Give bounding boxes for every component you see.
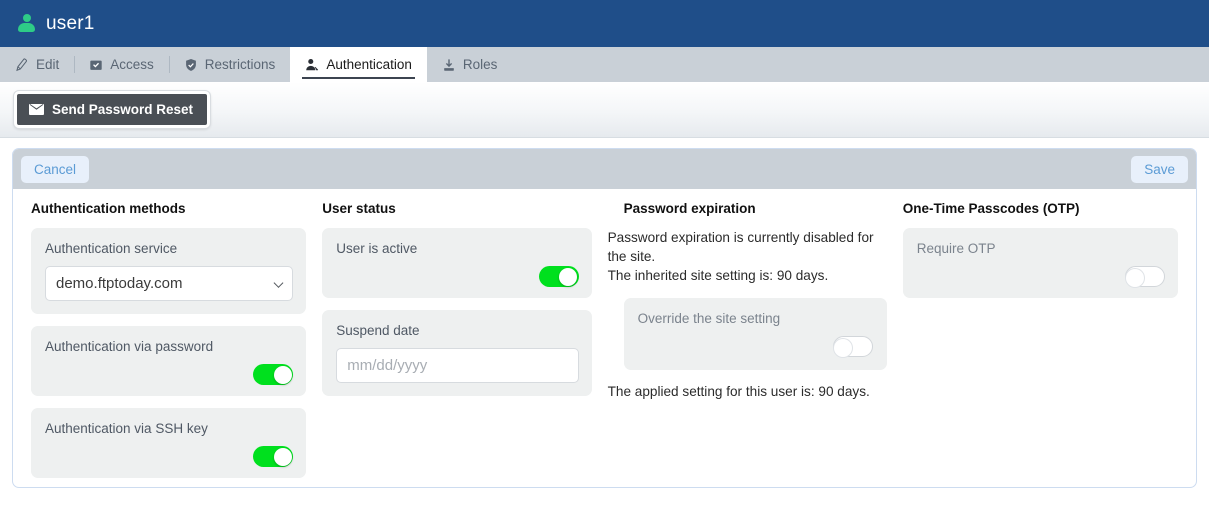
auth-methods-heading: Authentication methods <box>31 201 186 216</box>
cancel-button[interactable]: Cancel <box>21 155 90 183</box>
user-authentication-page: user1 Edit Access Restrictions Authentic… <box>0 0 1209 506</box>
shield-icon <box>185 58 196 71</box>
folder-icon <box>90 60 102 70</box>
user-is-active-label: User is active <box>336 241 418 256</box>
settings-columns: Authentication methods Authentication se… <box>13 189 1196 487</box>
password-expiration-line1: Password expiration is currently disable… <box>607 230 874 264</box>
require-otp-toggle[interactable] <box>1124 266 1165 287</box>
require-otp-field: Require OTP <box>902 228 1178 298</box>
user-is-active-toggle[interactable] <box>538 266 579 287</box>
suspend-date-label: Suspend date <box>336 323 420 338</box>
authentication-service-label: Authentication service <box>45 241 178 256</box>
override-site-setting-label: Override the site setting <box>637 311 781 326</box>
title-bar: user1 <box>0 0 1209 47</box>
auth-via-password-toggle[interactable] <box>253 364 294 385</box>
save-button[interactable]: Save <box>1131 155 1188 183</box>
tab-authentication-label: Authentication <box>326 57 412 72</box>
auth-via-password-label: Authentication via password <box>45 339 214 354</box>
otp-heading: One-Time Passcodes (OTP) <box>902 201 1080 216</box>
send-password-reset-button[interactable]: Send Password Reset <box>14 91 211 128</box>
tab-access-label: Access <box>110 57 154 72</box>
suspend-date-field: Suspend date <box>322 310 592 396</box>
page-title: user1 <box>46 12 95 34</box>
auth-via-ssh-key-toggle[interactable] <box>253 446 294 467</box>
password-expiration-applied: The applied setting for this user is: 90… <box>607 384 870 399</box>
panel-toolbar: Cancel Save <box>13 149 1196 189</box>
envelope-icon <box>29 104 44 115</box>
tab-authentication[interactable]: Authentication <box>290 47 427 82</box>
send-password-reset-label: Send Password Reset <box>52 102 194 117</box>
user-icon <box>18 14 35 33</box>
override-site-setting-toggle[interactable] <box>832 336 873 357</box>
require-otp-label: Require OTP <box>916 241 996 256</box>
auth-via-ssh-key-label: Authentication via SSH key <box>45 421 208 436</box>
suspend-date-input[interactable] <box>336 348 579 383</box>
auth-via-password-field: Authentication via password <box>31 326 307 396</box>
user-is-active-field: User is active <box>322 228 592 298</box>
user-key-icon <box>306 58 319 70</box>
roles-icon <box>444 58 454 71</box>
pencil-icon <box>16 57 28 71</box>
main-content: Cancel Save Authentication methods Authe… <box>0 138 1209 506</box>
password-expiration-line2: The inherited site setting is: 90 days. <box>607 268 829 283</box>
column-password-expiration: Password expiration Password expiration … <box>600 201 895 487</box>
tab-edit-label: Edit <box>36 57 60 72</box>
auth-via-ssh-key-field: Authentication via SSH key <box>31 408 307 478</box>
override-site-setting-field: Override the site setting <box>623 298 887 370</box>
tab-roles-label: Roles <box>462 57 498 72</box>
authentication-service-select[interactable]: demo.ftptoday.com <box>45 266 294 301</box>
authentication-service-field: Authentication service demo.ftptoday.com <box>31 228 307 314</box>
authentication-panel: Cancel Save Authentication methods Authe… <box>12 148 1197 488</box>
tab-access[interactable]: Access <box>74 47 169 82</box>
tab-edit[interactable]: Edit <box>0 47 74 82</box>
column-user-status: User status User is active Suspend date <box>314 201 599 487</box>
user-status-heading: User status <box>322 201 396 216</box>
tab-restrictions[interactable]: Restrictions <box>168 47 291 82</box>
column-authentication-methods: Authentication methods Authentication se… <box>23 201 314 487</box>
tab-roles[interactable]: Roles <box>427 47 513 82</box>
password-expiration-heading: Password expiration <box>623 201 756 216</box>
action-bar: Send Password Reset <box>0 82 1209 138</box>
tab-restrictions-label: Restrictions <box>204 57 276 72</box>
tab-bar: Edit Access Restrictions Authentication <box>0 47 1209 82</box>
column-otp: One-Time Passcodes (OTP) Require OTP <box>895 201 1186 487</box>
